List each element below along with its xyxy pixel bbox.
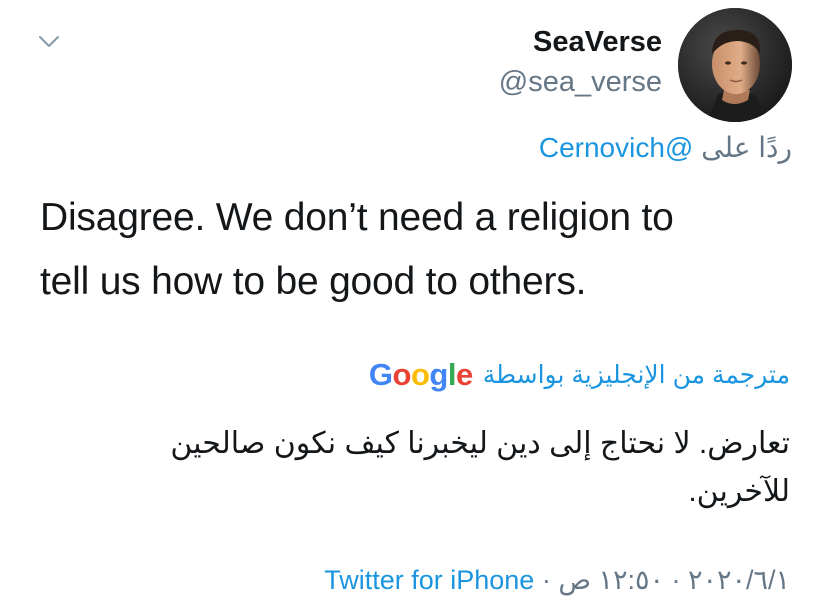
translated-text-line: تعارض. لا نحتاج إلى دين ليخبرنا كيف نكون… xyxy=(170,427,790,460)
tweet-text-line: tell us how to be good to others. xyxy=(40,260,587,303)
tweet-time[interactable]: ١٢:٥٠ ص xyxy=(558,565,664,595)
google-logo-letter: e xyxy=(455,357,473,392)
avatar-photo-icon xyxy=(678,8,792,122)
google-logo-letter: G xyxy=(368,357,393,392)
reply-prefix: ردًا على xyxy=(701,132,792,163)
google-logo-letter: o xyxy=(410,357,430,392)
meta-separator: · xyxy=(534,565,559,595)
tweet-meta: Twitter for iPhone · ١٢:٥٠ ص · ٢٠٢٠/٦/١ xyxy=(324,560,790,600)
google-logo: Google xyxy=(369,357,473,393)
source-link[interactable]: Twitter for iPhone xyxy=(324,565,534,595)
tweet-date[interactable]: ٢٠٢٠/٦/١ xyxy=(688,565,790,595)
tweet-text: Disagree. We don’t need a religion to te… xyxy=(40,186,800,314)
google-logo-letter: o xyxy=(392,357,412,392)
reply-mention-link[interactable]: @Cernovich xyxy=(539,132,694,163)
translated-text-line: للآخرين. xyxy=(688,475,790,508)
google-logo-letter: g xyxy=(429,357,448,392)
translated-by-label[interactable]: مترجمة من الإنجليزية بواسطة xyxy=(483,360,790,390)
display-name[interactable]: SeaVerse xyxy=(499,22,662,62)
translated-text: تعارض. لا نحتاج إلى دين ليخبرنا كيف نكون… xyxy=(90,420,790,516)
tweet-text-line: Disagree. We don’t need a religion to xyxy=(40,196,674,239)
meta-separator: · xyxy=(663,565,688,595)
user-handle[interactable]: @sea_verse xyxy=(499,62,662,102)
google-logo-letter: l xyxy=(447,357,457,392)
translated-by[interactable]: مترجمة من الإنجليزية بواسطة Google xyxy=(369,354,790,396)
avatar[interactable] xyxy=(678,8,792,122)
reply-context: ردًا على @Cernovich xyxy=(539,128,792,168)
user-info[interactable]: SeaVerse @sea_verse xyxy=(499,22,662,102)
chevron-down-icon[interactable] xyxy=(36,28,62,54)
